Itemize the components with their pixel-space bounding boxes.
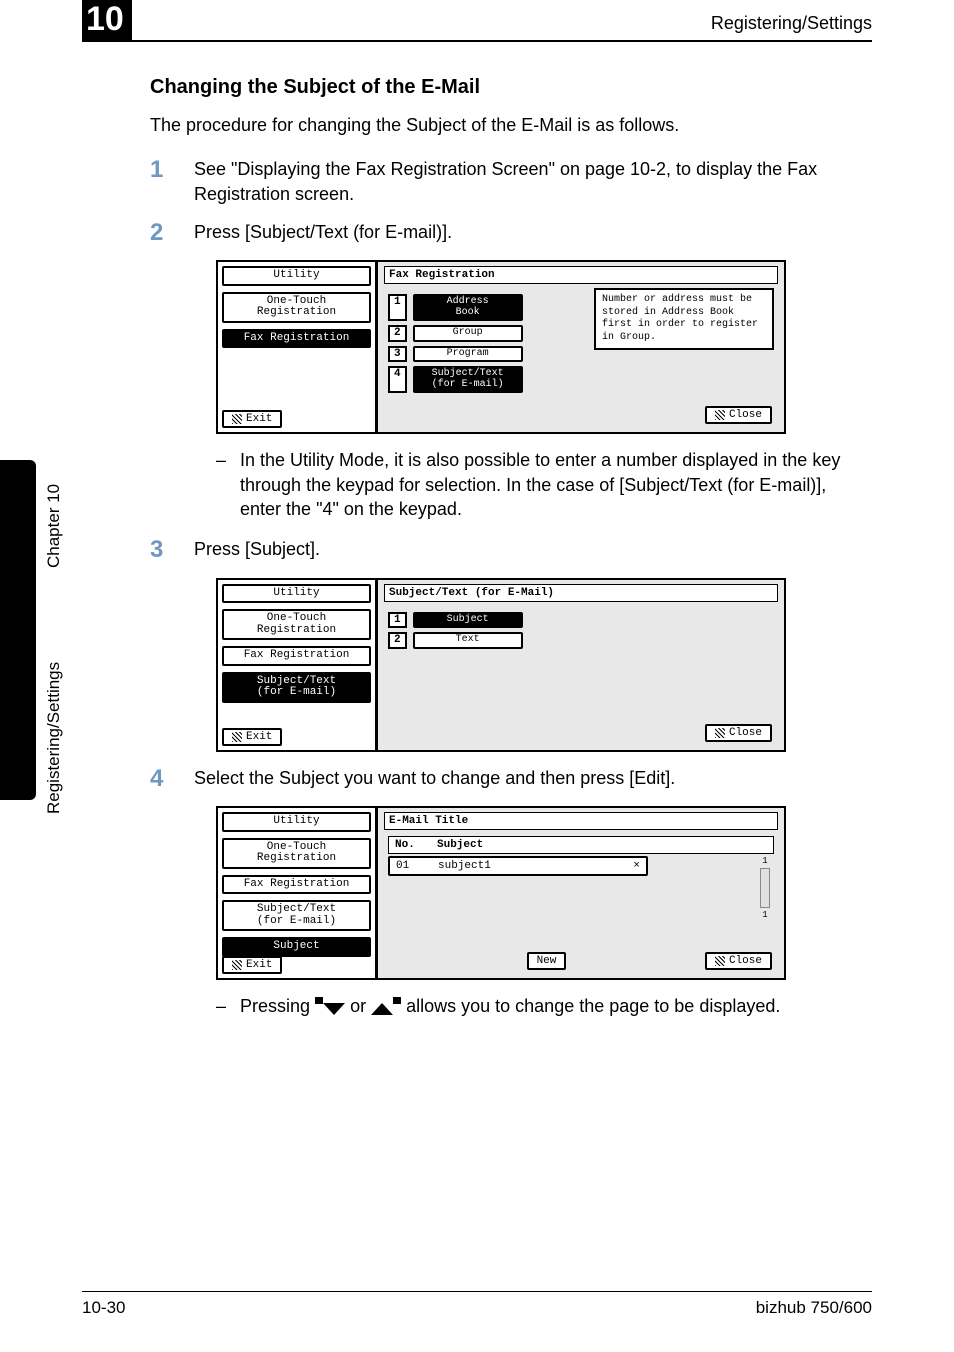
panel-title-subject-text: Subject/Text (for E-Mail) xyxy=(384,584,778,602)
arrow-up-icon xyxy=(371,997,401,1021)
close-button[interactable]: Close xyxy=(705,952,772,970)
hint-message: Number or address must be stored in Addr… xyxy=(594,288,774,350)
new-button[interactable]: New xyxy=(527,952,567,970)
tab-utility[interactable]: Utility xyxy=(222,812,371,832)
tab-one-touch-registration[interactable]: One-Touch Registration xyxy=(222,609,371,640)
tab-one-touch-registration[interactable]: One-Touch Registration xyxy=(222,838,371,869)
arrow-down-icon xyxy=(315,997,345,1021)
exit-button[interactable]: Exit xyxy=(222,956,282,974)
tab-fax-registration[interactable]: Fax Registration xyxy=(222,646,371,666)
side-chapter-label: Chapter 10 xyxy=(44,484,64,568)
close-button[interactable]: Close xyxy=(705,406,772,424)
tab-subject[interactable]: Subject xyxy=(222,937,371,957)
option-subject[interactable]: Subject xyxy=(413,612,523,629)
step-text-3: Press [Subject]. xyxy=(194,537,872,561)
intro-paragraph: The procedure for changing the Subject o… xyxy=(150,113,872,137)
step-number-2: 2 xyxy=(150,220,172,246)
step-number-4: 4 xyxy=(150,766,172,792)
row-no: 01 xyxy=(396,860,428,872)
option-subject-text[interactable]: Subject/Text (for E-mail) xyxy=(413,366,523,393)
tab-subject-text[interactable]: Subject/Text (for E-mail) xyxy=(222,672,371,703)
col-subject: Subject xyxy=(437,839,483,851)
exit-button[interactable]: Exit xyxy=(222,410,282,428)
subject-row-01[interactable]: 01 subject1 × xyxy=(388,856,648,876)
close-button-label: Close xyxy=(729,955,762,967)
step-number-3: 3 xyxy=(150,537,172,563)
tab-fax-registration[interactable]: Fax Registration xyxy=(222,329,371,349)
row-flag-icon: × xyxy=(633,860,640,872)
step-number-1: 1 xyxy=(150,157,172,183)
scroll-bot-num: 1 xyxy=(762,910,767,920)
exit-button[interactable]: Exit xyxy=(222,728,282,746)
row-subject: subject1 xyxy=(438,860,623,872)
tab-subject-text[interactable]: Subject/Text (for E-mail) xyxy=(222,900,371,931)
step-text-4: Select the Subject you want to change an… xyxy=(194,766,872,790)
subject-table-header: No. Subject xyxy=(388,836,774,854)
scroll-indicator[interactable]: 1 1 xyxy=(758,856,772,920)
section-heading: Changing the Subject of the E-Mail xyxy=(150,76,872,99)
note-paging-arrows: Pressing or allows you to change the pag… xyxy=(240,994,780,1018)
tab-utility[interactable]: Utility xyxy=(222,266,371,286)
exit-button-label: Exit xyxy=(246,413,272,425)
screenshot-fax-registration: Utility One-Touch Registration Fax Regis… xyxy=(216,260,786,434)
close-button-label: Close xyxy=(729,409,762,421)
tab-fax-registration[interactable]: Fax Registration xyxy=(222,875,371,895)
side-section-label: Registering/Settings xyxy=(44,662,64,814)
chapter-number-badge: 10 xyxy=(82,0,132,40)
header-section-title: Registering/Settings xyxy=(711,13,872,40)
option-text[interactable]: Text xyxy=(413,632,523,649)
screenshot-email-title: Utility One-Touch Registration Fax Regis… xyxy=(216,806,786,980)
option-program[interactable]: Program xyxy=(413,346,523,363)
exit-button-label: Exit xyxy=(246,731,272,743)
footer-model: bizhub 750/600 xyxy=(756,1298,872,1318)
step-text-1: See "Displaying the Fax Registration Scr… xyxy=(194,157,872,206)
side-black-tab xyxy=(0,460,36,800)
close-button[interactable]: Close xyxy=(705,724,772,742)
option-group[interactable]: Group xyxy=(413,325,523,342)
note-utility-mode: In the Utility Mode, it is also possible… xyxy=(240,448,872,521)
col-no: No. xyxy=(395,839,427,851)
step-text-2: Press [Subject/Text (for E-mail)]. xyxy=(194,220,872,244)
panel-title-fax-registration: Fax Registration xyxy=(384,266,778,284)
option-address-book[interactable]: Address Book xyxy=(413,294,523,321)
close-button-label: Close xyxy=(729,727,762,739)
dash-icon: – xyxy=(216,994,226,1018)
dash-icon: – xyxy=(216,448,226,521)
tab-one-touch-registration[interactable]: One-Touch Registration xyxy=(222,292,371,323)
tab-utility[interactable]: Utility xyxy=(222,584,371,604)
screenshot-subject-text: Utility One-Touch Registration Fax Regis… xyxy=(216,578,786,752)
scroll-top-num: 1 xyxy=(762,856,767,866)
panel-title-email-title: E-Mail Title xyxy=(384,812,778,830)
footer-page-number: 10-30 xyxy=(82,1298,125,1318)
exit-button-label: Exit xyxy=(246,959,272,971)
